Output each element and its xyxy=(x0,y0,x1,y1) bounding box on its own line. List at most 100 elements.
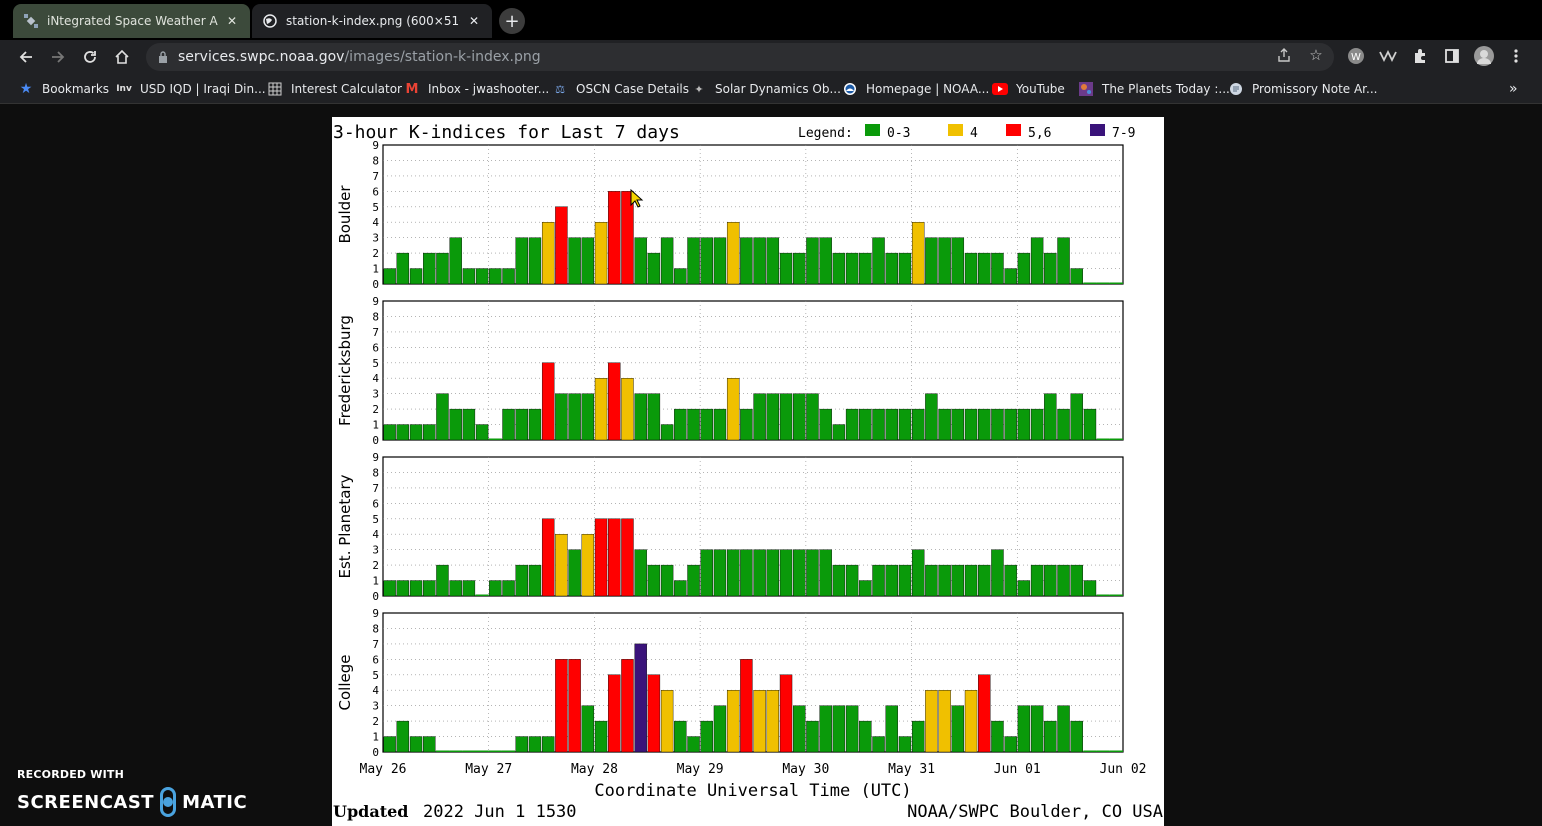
k-index-bar xyxy=(832,252,846,285)
k-index-bar xyxy=(885,408,898,441)
x-tick-label: Jun 02 xyxy=(1100,762,1147,777)
back-button[interactable] xyxy=(13,44,39,70)
y-tick-label: 0 xyxy=(372,590,379,603)
x-tick-label: May 26 xyxy=(360,762,407,777)
new-tab-button[interactable]: + xyxy=(499,8,525,34)
reload-button[interactable] xyxy=(77,44,103,70)
k-index-bar xyxy=(568,659,581,753)
bookmark-item[interactable]: Promissory Note Ar... xyxy=(1228,80,1377,98)
gmail-icon: M xyxy=(405,81,419,97)
k-index-bar xyxy=(1057,564,1070,597)
bookmark-item[interactable]: ✦ Solar Dynamics Ob... xyxy=(691,80,841,98)
bookmark-label: Bookmarks xyxy=(42,82,110,96)
k-index-bar xyxy=(872,408,885,441)
profile-avatar[interactable] xyxy=(1473,45,1495,67)
k-index-bar xyxy=(674,268,687,285)
k-index-bar xyxy=(541,518,555,597)
youtube-icon xyxy=(992,81,1008,97)
k-index-bar xyxy=(581,534,595,597)
k-index-bar xyxy=(740,549,753,597)
y-tick-label: 9 xyxy=(372,295,379,308)
station-label: College xyxy=(336,655,354,711)
close-icon[interactable]: ✕ xyxy=(224,13,240,29)
k-index-bar xyxy=(938,564,951,597)
legend-entry: 4 xyxy=(970,126,978,141)
bookmarks-overflow-button[interactable]: » xyxy=(1509,80,1518,98)
k-index-bar xyxy=(555,534,568,597)
tab-station-k-index[interactable]: station-k-index.png (600×510) ✕ xyxy=(252,4,492,38)
k-index-bar xyxy=(872,237,885,285)
bookmark-item[interactable]: ⚖ OSCN Case Details xyxy=(552,80,689,98)
share-icon[interactable] xyxy=(1274,45,1294,65)
bookmark-item[interactable]: M Inbox - jwashooter... xyxy=(404,80,550,98)
x-tick-label: May 29 xyxy=(677,762,724,777)
k-index-bar xyxy=(528,736,542,753)
bookmark-item[interactable]: The Planets Today :... xyxy=(1078,80,1230,98)
side-panel-icon[interactable] xyxy=(1441,45,1463,67)
calculator-icon xyxy=(267,81,283,97)
k-index-bar xyxy=(859,580,872,597)
k-index-bar xyxy=(383,268,396,285)
k-index-bar xyxy=(608,191,621,285)
k-index-bar xyxy=(515,564,528,597)
k-index-bar xyxy=(964,252,978,285)
k-index-bar xyxy=(475,594,489,596)
k-index-bar xyxy=(938,237,951,285)
k-index-bar xyxy=(1070,720,1083,753)
k-index-bar xyxy=(1017,252,1031,285)
k-index-bar xyxy=(793,705,806,753)
y-tick-label: 1 xyxy=(372,263,379,276)
address-bar[interactable]: services.swpc.noaa.gov/images/station-k-… xyxy=(146,43,1334,71)
home-button[interactable] xyxy=(109,44,135,70)
k-index-bar xyxy=(462,580,476,597)
extensions-puzzle-icon[interactable] xyxy=(1409,45,1431,67)
extension-wave-icon[interactable] xyxy=(1377,45,1399,67)
k-index-bar xyxy=(687,736,700,753)
k-index-bar xyxy=(872,564,885,597)
k-index-bar xyxy=(409,424,423,441)
k-index-bar xyxy=(700,549,713,597)
bookmark-item[interactable]: ★ Bookmarks xyxy=(18,80,109,98)
planets-icon xyxy=(1078,81,1094,97)
k-index-bar xyxy=(806,393,819,441)
k-index-bar xyxy=(674,408,687,441)
y-tick-label: 8 xyxy=(372,622,379,635)
k-index-bar xyxy=(1017,705,1031,753)
lock-icon[interactable] xyxy=(158,50,170,64)
bookmark-star-icon[interactable]: ☆ xyxy=(1306,45,1326,65)
x-tick-label: May 27 xyxy=(465,762,512,777)
tab-strip: iNtegrated Space Weather Analy ✕ station… xyxy=(0,0,1542,40)
bookmark-item[interactable]: Inv USD IQD | Iraqi Din... xyxy=(116,80,265,98)
y-tick-label: 2 xyxy=(372,247,379,260)
k-index-bar xyxy=(1070,393,1083,441)
extension-w-icon[interactable]: W xyxy=(1345,45,1367,67)
k-index-bar xyxy=(634,237,647,285)
k-index-bar xyxy=(1096,282,1110,284)
k-index-bar xyxy=(845,564,859,597)
k-index-bar xyxy=(423,580,436,597)
bookmark-item[interactable]: Homepage | NOAA... xyxy=(842,80,989,98)
k-index-bar xyxy=(885,564,898,597)
k-index-bar xyxy=(488,438,502,440)
k-index-bar xyxy=(726,690,740,753)
tab-space-weather[interactable]: iNtegrated Space Weather Analy ✕ xyxy=(13,4,250,38)
k-index-bar xyxy=(859,252,872,285)
star-icon: ★ xyxy=(19,81,33,97)
bookmark-item[interactable]: Interest Calculator xyxy=(267,80,402,98)
menu-kebab-icon[interactable] xyxy=(1505,45,1527,67)
bookmark-label: The Planets Today :... xyxy=(1102,82,1230,96)
bookmark-label: YouTube xyxy=(1016,82,1065,96)
legend-swatch xyxy=(1006,124,1021,136)
k-index-bar xyxy=(964,690,978,753)
k-index-bar xyxy=(555,659,568,753)
forward-button[interactable] xyxy=(45,44,71,70)
k-index-bar xyxy=(898,564,912,597)
bookmark-item[interactable]: YouTube xyxy=(992,80,1065,98)
k-index-bar xyxy=(806,549,819,597)
k-index-bar xyxy=(766,393,780,441)
k-index-bar xyxy=(383,580,396,597)
close-icon[interactable]: ✕ xyxy=(466,13,482,29)
y-tick-label: 5 xyxy=(372,357,379,370)
k-index-bar xyxy=(1057,408,1070,441)
k-index-bar xyxy=(396,252,410,285)
